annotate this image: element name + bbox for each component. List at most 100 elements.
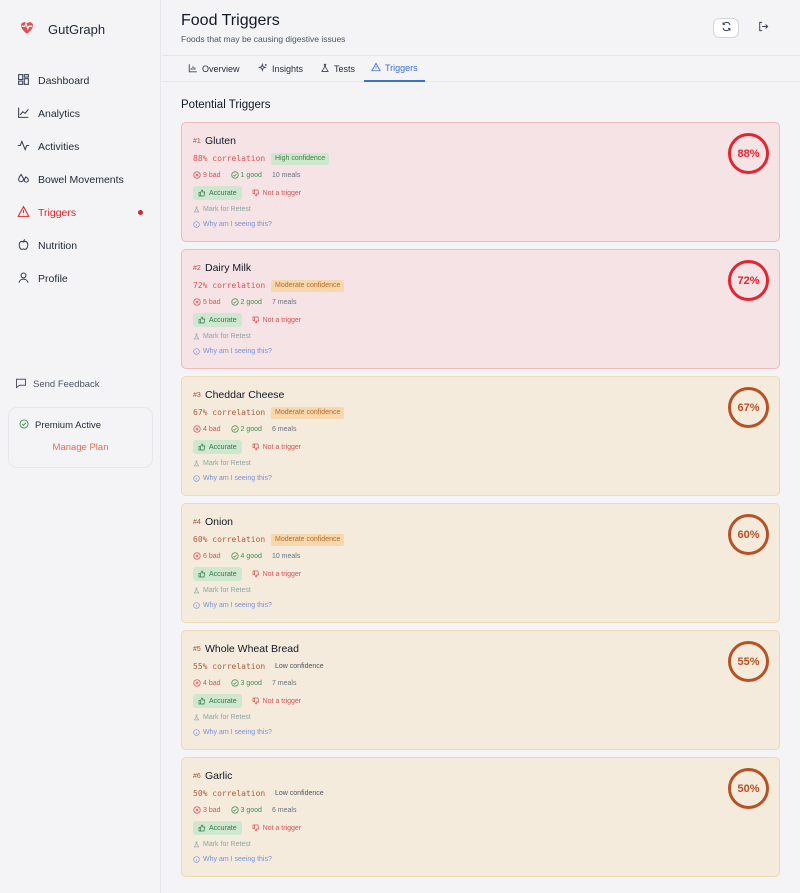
tab-insights[interactable]: Insights — [257, 56, 303, 82]
good-count: 3 good — [230, 679, 262, 687]
sidebar-item-dashboard[interactable]: Dashboard — [0, 64, 161, 97]
why-seeing-this-link[interactable]: Why am I seeing this? — [193, 729, 272, 736]
mark-for-retest-link[interactable]: Mark for Retest — [193, 460, 251, 467]
why-seeing-this-link[interactable]: Why am I seeing this? — [193, 602, 272, 609]
meal-stats: 3 bad 3 good 6 meals — [193, 806, 306, 814]
flask-icon — [193, 714, 200, 721]
manage-plan-link[interactable]: Manage Plan — [9, 442, 152, 453]
trigger-rank: #5 — [193, 646, 201, 653]
mark-for-retest-link[interactable]: Mark for Retest — [193, 841, 251, 848]
food-name: Gluten — [205, 135, 236, 147]
not-a-trigger-button[interactable]: Not a trigger — [252, 697, 301, 705]
good-count: 3 good — [230, 806, 262, 814]
accurate-button[interactable]: Accurate — [193, 186, 242, 200]
trigger-card: #1 Gluten 88% correlation High confidenc… — [181, 122, 780, 242]
food-name: Whole Wheat Bread — [205, 643, 299, 655]
not-a-trigger-button[interactable]: Not a trigger — [252, 316, 301, 324]
confidence-badge: Low confidence — [275, 663, 324, 670]
not-a-trigger-button[interactable]: Not a trigger — [252, 443, 301, 451]
meal-count: 7 meals — [271, 298, 297, 306]
food-name: Onion — [205, 516, 234, 528]
accurate-button[interactable]: Accurate — [193, 567, 242, 581]
flask-icon — [193, 206, 200, 213]
accurate-button[interactable]: Accurate — [193, 440, 242, 454]
activity-icon — [17, 139, 38, 155]
meal-stats: 6 bad 4 good 10 meals — [193, 552, 310, 560]
tab-triggers[interactable]: Triggers — [364, 56, 425, 82]
thumbs-up-icon — [198, 316, 206, 324]
sidebar-item-label: Nutrition — [38, 239, 78, 252]
accurate-button[interactable]: Accurate — [193, 694, 242, 708]
thumbs-down-icon — [252, 570, 259, 578]
meal-count: 10 meals — [271, 171, 301, 179]
probability-circle: 72% — [728, 260, 769, 301]
mark-for-retest-link[interactable]: Mark for Retest — [193, 333, 251, 340]
trigger-card: #6 Garlic 50% correlation Low confidence… — [181, 757, 780, 877]
sidebar-item-profile[interactable]: Profile — [0, 262, 161, 295]
warning-icon — [17, 205, 38, 221]
thumbs-down-icon — [252, 316, 259, 324]
page-subtitle: Foods that may be causing digestive issu… — [181, 34, 346, 44]
feedback-actions: Accurate Not a trigger — [193, 821, 301, 835]
confidence-badge: Moderate confidence — [271, 407, 345, 419]
app-name: GutGraph — [48, 21, 106, 37]
check-circle-icon — [19, 419, 35, 432]
send-feedback-link[interactable]: Send Feedback — [15, 377, 100, 392]
sidebar-item-nutrition[interactable]: Nutrition — [0, 229, 161, 262]
probability-circle: 60% — [728, 514, 769, 555]
sidebar-nav: Dashboard Analytics Activities Bowel Mov… — [0, 64, 161, 295]
tab-bar: Overview Insights Tests Triggers — [162, 55, 800, 82]
refresh-button[interactable] — [713, 18, 739, 38]
info-icon — [193, 729, 200, 736]
bad-count: 4 bad — [193, 425, 221, 433]
correlation-text: 50% correlation — [193, 789, 266, 798]
user-icon — [17, 271, 38, 287]
correlation-text: 60% correlation — [193, 535, 266, 544]
sidebar-item-label: Profile — [38, 272, 68, 285]
why-seeing-this-link[interactable]: Why am I seeing this? — [193, 221, 272, 228]
why-seeing-this-link[interactable]: Why am I seeing this? — [193, 475, 272, 482]
meal-count: 6 meals — [271, 806, 297, 814]
thumbs-up-icon — [198, 824, 206, 832]
apple-icon — [17, 238, 38, 254]
not-a-trigger-button[interactable]: Not a trigger — [252, 189, 301, 197]
meal-stats: 4 bad 2 good 6 meals — [193, 425, 306, 433]
flask-icon — [193, 587, 200, 594]
accurate-button[interactable]: Accurate — [193, 313, 242, 327]
brand[interactable]: GutGraph — [18, 18, 105, 40]
active-indicator-dot — [138, 210, 143, 215]
thumbs-up-icon — [198, 570, 206, 578]
logout-button[interactable] — [750, 18, 776, 38]
sidebar-item-analytics[interactable]: Analytics — [0, 97, 161, 130]
good-count: 4 good — [230, 552, 262, 560]
check-circle-icon — [230, 171, 239, 179]
not-a-trigger-button[interactable]: Not a trigger — [252, 570, 301, 578]
tab-tests[interactable]: Tests — [320, 56, 355, 82]
feedback-actions: Accurate Not a trigger — [193, 313, 301, 327]
check-circle-icon — [230, 298, 239, 306]
why-seeing-this-link[interactable]: Why am I seeing this? — [193, 856, 272, 863]
trigger-card: #3 Cheddar Cheese 67% correlation Modera… — [181, 376, 780, 496]
accurate-button[interactable]: Accurate — [193, 821, 242, 835]
food-name: Cheddar Cheese — [205, 389, 285, 401]
sidebar-item-triggers[interactable]: Triggers — [0, 196, 161, 229]
tab-overview[interactable]: Overview — [188, 56, 240, 82]
refresh-icon — [721, 19, 732, 37]
mark-for-retest-link[interactable]: Mark for Retest — [193, 587, 251, 594]
mark-for-retest-link[interactable]: Mark for Retest — [193, 206, 251, 213]
good-count: 2 good — [230, 425, 262, 433]
mark-for-retest-link[interactable]: Mark for Retest — [193, 714, 251, 721]
sidebar-item-bowel-movements[interactable]: Bowel Movements — [0, 163, 161, 196]
tab-label: Tests — [334, 64, 356, 74]
x-circle-icon — [193, 806, 201, 814]
sidebar-item-activities[interactable]: Activities — [0, 130, 161, 163]
bad-count: 3 bad — [193, 806, 221, 814]
confidence-badge: Low confidence — [275, 790, 324, 797]
page-title: Food Triggers — [181, 12, 280, 29]
why-seeing-this-link[interactable]: Why am I seeing this? — [193, 348, 272, 355]
not-a-trigger-button[interactable]: Not a trigger — [252, 824, 301, 832]
heart-logo-icon — [18, 18, 36, 41]
dashboard-icon — [17, 73, 38, 89]
trigger-card: #2 Dairy Milk 72% correlation Moderate c… — [181, 249, 780, 369]
flask-icon — [193, 841, 200, 848]
